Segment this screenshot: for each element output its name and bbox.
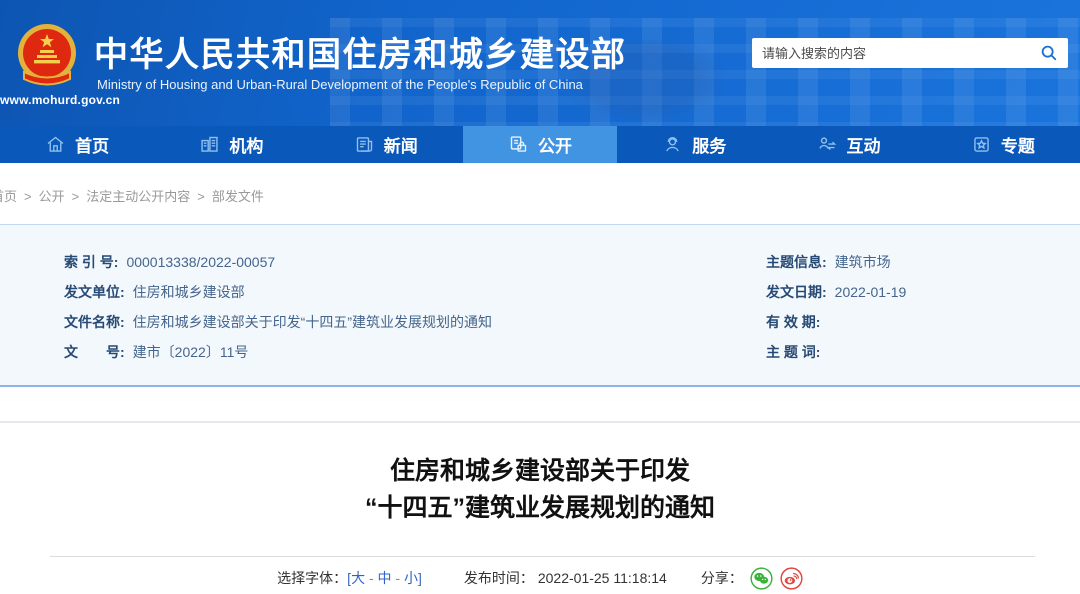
meta-column-right: 主题信息: 建筑市场 发文日期: 2022-01-19 有 效 期: 主 题 词: (766, 247, 906, 367)
font-bracket-close: ] (417, 570, 422, 586)
meta-value: 建筑市场 (834, 254, 891, 270)
document-title-line1: 住房和城乡建设部关于印发 (389, 457, 690, 485)
breadcrumb-separator: > (71, 189, 80, 204)
search-input[interactable] (752, 38, 1038, 68)
document-meta-panel: 索 引 号: 000013338/2022-00057 发文单位: 住房和城乡建设部… (0, 224, 1080, 387)
document-title: 住房和城乡建设部关于印发 “十四五”建筑业发展规划的通知 (0, 453, 1080, 527)
site-subtitle: Ministry of Housing and Urban-Rural Deve… (97, 77, 583, 92)
breadcrumb-statutory-content[interactable]: 法定主动公开内容 (86, 189, 190, 204)
nav-label: 专题 (1000, 137, 1035, 156)
font-size-medium-link[interactable]: 中 (378, 568, 392, 588)
nav-item-topics[interactable]: 专题 (926, 126, 1080, 163)
meta-row-issuing-unit: 发文单位: 住房和城乡建设部 (64, 277, 492, 307)
meta-label: 文件名称: (64, 314, 125, 330)
meta-label: 发文单位: (64, 284, 125, 300)
search-box (752, 38, 1068, 68)
meta-value: 2022-01-19 (834, 284, 907, 300)
meta-label: 文 号: (64, 344, 125, 360)
wechat-icon[interactable] (750, 566, 773, 590)
nav-label: 公开 (537, 137, 572, 156)
nav-label: 机构 (229, 137, 264, 156)
nav-item-service[interactable]: 服务 (617, 126, 771, 163)
meta-label: 主 题 词: (766, 344, 821, 360)
service-icon (662, 134, 683, 155)
topics-icon (971, 134, 992, 155)
breadcrumb-separator: > (197, 189, 205, 204)
meta-value: 住房和城乡建设部 (132, 284, 245, 300)
nav-item-organization[interactable]: 机构 (154, 126, 308, 163)
font-dash: - (365, 570, 378, 586)
nav-item-home[interactable]: 首页 (0, 126, 154, 163)
breadcrumb-disclosure[interactable]: 公开 (39, 189, 65, 204)
breadcrumb-separator: > (24, 189, 32, 204)
nav-label: 新闻 (383, 137, 418, 156)
site-title: 中华人民共和国住房和城乡建设部 (94, 36, 627, 74)
meta-row-topic-info: 主题信息: 建筑市场 (766, 247, 906, 277)
interaction-icon (817, 134, 838, 155)
meta-row-document-number: 文 号: 建市〔2022〕11号 (64, 337, 492, 367)
font-size-large-link[interactable]: 大 (351, 568, 365, 588)
meta-row-document-name: 文件名称: 住房和城乡建设部关于印发“十四五”建筑业发展规划的通知 (64, 307, 492, 337)
page: www.mohurd.gov.cn 中华人民共和国住房和城乡建设部 Minist… (0, 0, 1080, 594)
nav-label: 互动 (846, 137, 881, 156)
font-select-label: 选择字体： (277, 570, 348, 586)
meta-value: 建市〔2022〕11号 (132, 344, 249, 360)
nav-item-disclosure[interactable]: 公开 (462, 126, 618, 163)
national-emblem-icon (16, 20, 78, 94)
meta-label: 发文日期: (766, 284, 827, 300)
document-toolbar: 选择字体： [ 大 - 中 - 小 ] 发布时间： 2022-01-25 11:… (0, 565, 1080, 591)
nav-item-news[interactable]: 新闻 (309, 126, 463, 163)
meta-row-issue-date: 发文日期: 2022-01-19 (766, 277, 906, 307)
organization-icon (199, 134, 220, 155)
meta-label: 主题信息: (766, 254, 827, 270)
title-divider (50, 556, 1035, 557)
meta-row-keywords: 主 题 词: (766, 337, 906, 367)
meta-label: 有 效 期: (766, 314, 821, 330)
document-title-line2: “十四五”建筑业发展规划的通知 (364, 494, 715, 522)
news-icon (354, 134, 375, 155)
meta-row-index-number: 索 引 号: 000013338/2022-00057 (64, 247, 492, 277)
meta-value: 住房和城乡建设部关于印发“十四五”建筑业发展规划的通知 (132, 314, 492, 330)
publish-time-label: 发布时间： (463, 570, 534, 586)
home-icon (45, 134, 66, 155)
nav-label: 首页 (75, 137, 110, 156)
nav-label: 服务 (692, 137, 727, 156)
font-dash: - (391, 570, 404, 586)
meta-value: 000013338/2022-00057 (126, 254, 276, 270)
breadcrumb-ministry-documents[interactable]: 部发文件 (212, 189, 264, 204)
section-divider (0, 421, 1080, 423)
publish-time-value: 2022-01-25 11:18:14 (537, 570, 667, 586)
main-nav: 首页 机构 新闻 公开 服务 互动 专题 (0, 126, 1080, 163)
share-label: 分享： (700, 570, 743, 586)
nav-item-interaction[interactable]: 互动 (771, 126, 925, 163)
meta-label: 索 引 号: (64, 254, 119, 270)
breadcrumb-home[interactable]: 首页 (0, 189, 17, 204)
font-size-small-link[interactable]: 小 (404, 568, 418, 588)
breadcrumb: 首页 > 公开 > 法定主动公开内容 > 部发文件 (0, 186, 264, 205)
disclosure-icon (508, 134, 529, 155)
weibo-icon[interactable] (780, 566, 803, 590)
site-header: www.mohurd.gov.cn 中华人民共和国住房和城乡建设部 Minist… (0, 0, 1080, 126)
site-url: www.mohurd.gov.cn (0, 93, 121, 107)
search-icon[interactable] (1038, 42, 1060, 64)
meta-column-left: 索 引 号: 000013338/2022-00057 发文单位: 住房和城乡建设部… (64, 247, 492, 367)
meta-row-validity: 有 效 期: (766, 307, 906, 337)
